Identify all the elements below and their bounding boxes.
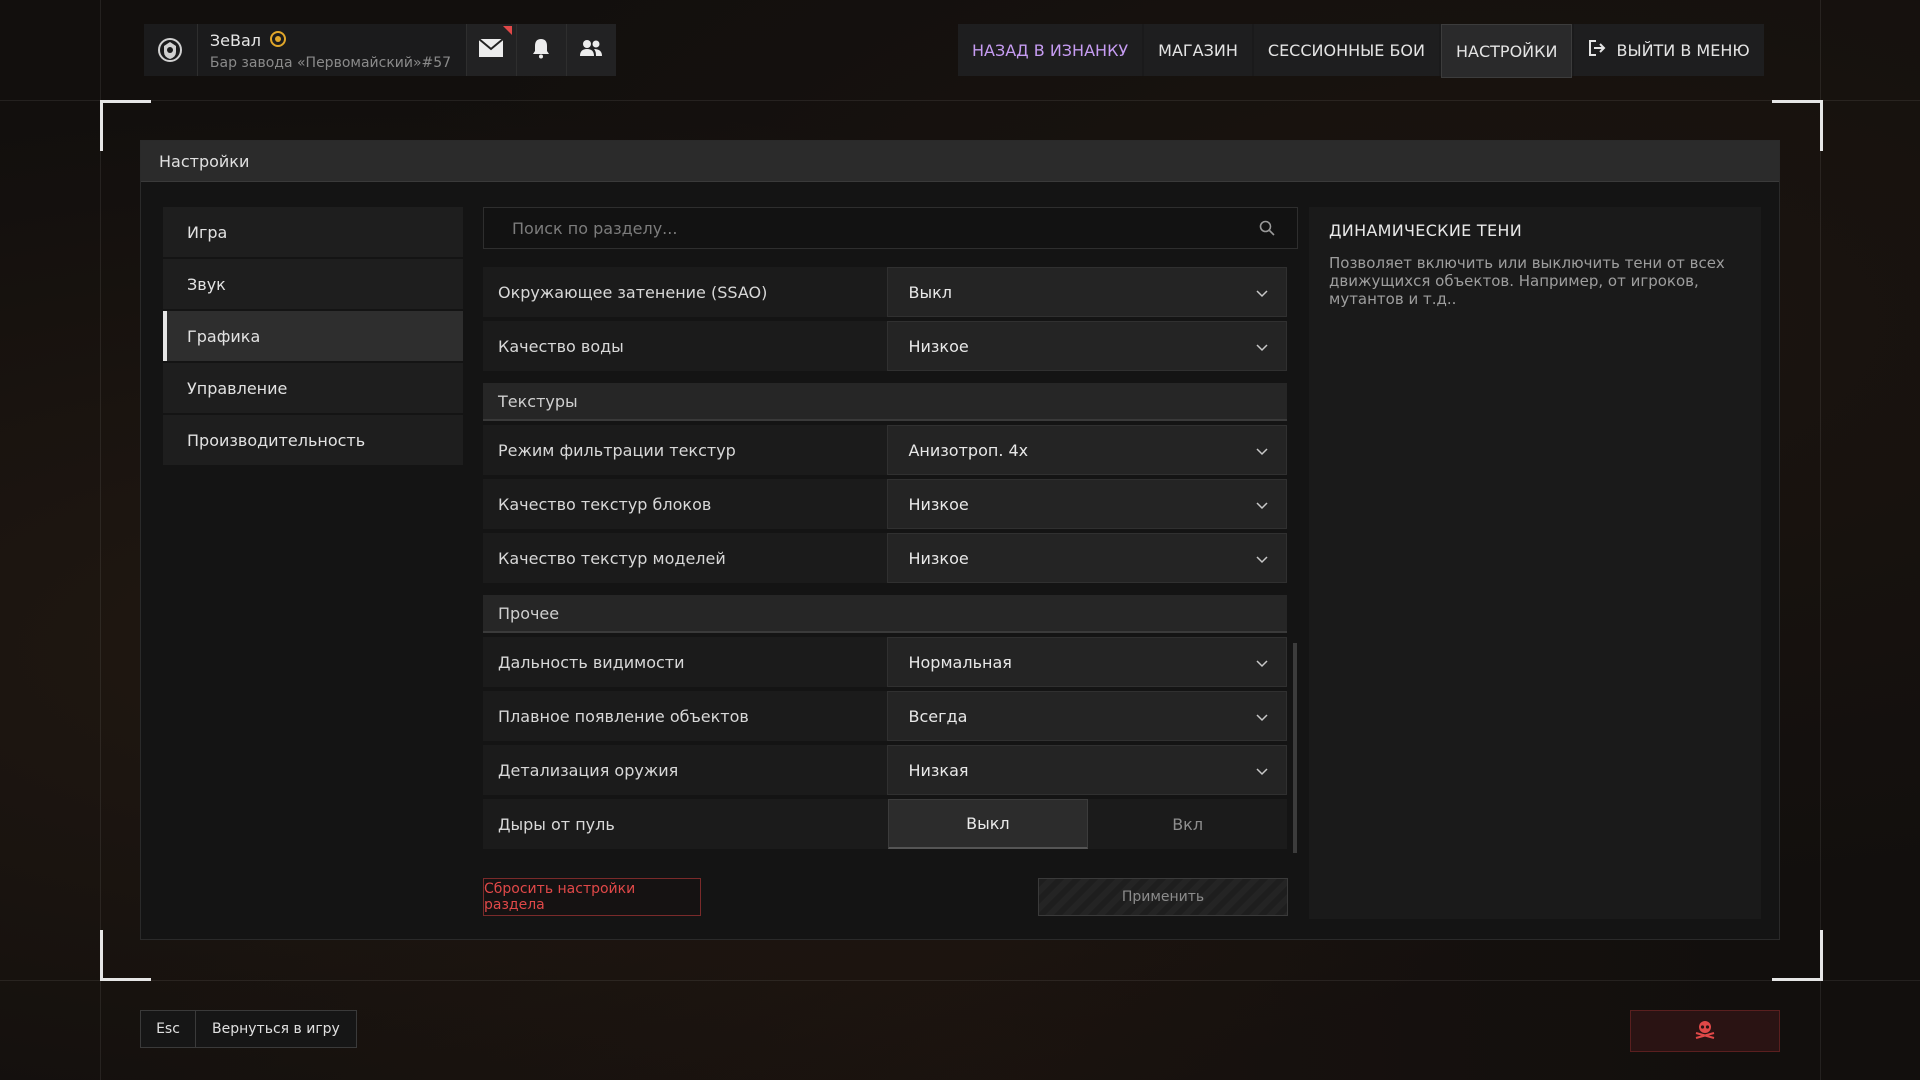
frame-line bbox=[1820, 0, 1821, 1080]
logout-icon bbox=[1588, 39, 1606, 61]
settings-list: Окружающее затенение (SSAO) Выкл Качеств… bbox=[483, 267, 1287, 853]
select-value: Всегда bbox=[908, 706, 968, 726]
frame-line bbox=[0, 100, 1920, 101]
setting-label: Дыры от пуль bbox=[498, 814, 615, 834]
player-name: ЗеВал bbox=[209, 31, 262, 50]
toggle-option-off[interactable]: Выкл bbox=[887, 799, 1089, 849]
chevron-down-icon bbox=[1256, 653, 1268, 672]
chevron-down-icon bbox=[1256, 441, 1268, 460]
description-title: ДИНАМИЧЕСКИЕ ТЕНИ bbox=[1329, 221, 1522, 240]
bell-icon bbox=[531, 37, 551, 63]
back-to-game-button[interactable]: Esc Вернуться в игру bbox=[140, 1010, 357, 1048]
weapon-detail-select[interactable]: Низкая bbox=[887, 745, 1287, 795]
nav-exit-to-menu[interactable]: ВЫЙТИ В МЕНЮ bbox=[1574, 24, 1764, 76]
section-header-other: Прочее bbox=[483, 595, 1287, 633]
description-text: Позволяет включить или выключить тени от… bbox=[1329, 254, 1725, 308]
ssao-select[interactable]: Выкл bbox=[887, 267, 1287, 317]
setting-label: Качество текстур моделей bbox=[498, 548, 726, 568]
top-navigation: НАЗАД В ИЗНАНКУ МАГАЗИН СЕССИОННЫЕ БОИ Н… bbox=[958, 24, 1764, 78]
setting-row-weapon-detail: Детализация оружия Низкая bbox=[483, 745, 1287, 795]
search-icon[interactable] bbox=[1259, 220, 1275, 240]
esc-key-hint: Esc bbox=[141, 1011, 196, 1047]
unread-indicator bbox=[502, 26, 512, 35]
setting-label: Дальность видимости bbox=[498, 652, 685, 672]
model-textures-select[interactable]: Низкое bbox=[887, 533, 1287, 583]
chevron-down-icon bbox=[1256, 283, 1268, 302]
frame-line bbox=[0, 980, 1920, 981]
search-placeholder: Поиск по разделу... bbox=[512, 218, 678, 238]
sidebar-item-graphics[interactable]: Графика bbox=[163, 311, 463, 361]
setting-label: Окружающее затенение (SSAO) bbox=[498, 282, 768, 302]
object-fade-select[interactable]: Всегда bbox=[887, 691, 1287, 741]
mail-button[interactable] bbox=[465, 24, 516, 76]
player-profile-bar: ЗеВал Бар завода «Первомайский»#57 bbox=[144, 24, 617, 76]
friends-icon bbox=[579, 38, 603, 62]
frame-line bbox=[100, 0, 101, 1080]
bullet-holes-toggle: Выкл Вкл bbox=[887, 799, 1287, 849]
setting-row-ssao: Окружающее затенение (SSAO) Выкл bbox=[483, 267, 1287, 317]
water-quality-select[interactable]: Низкое bbox=[887, 321, 1287, 371]
back-to-game-label: Вернуться в игру bbox=[212, 1021, 340, 1037]
setting-label: Качество текстур блоков bbox=[498, 494, 712, 514]
select-value: Низкая bbox=[908, 760, 969, 780]
setting-description-panel: ДИНАМИЧЕСКИЕ ТЕНИ Позволяет включить или… bbox=[1309, 207, 1761, 919]
nav-shop[interactable]: МАГАЗИН bbox=[1144, 24, 1252, 76]
panel-title: Настройки bbox=[141, 141, 1779, 182]
notifications-button[interactable] bbox=[515, 24, 566, 76]
select-value: Выкл bbox=[908, 282, 952, 302]
chevron-down-icon bbox=[1256, 337, 1268, 356]
chevron-down-icon bbox=[1256, 707, 1268, 726]
section-search-input[interactable]: Поиск по разделу... bbox=[483, 207, 1298, 249]
select-value: Низкое bbox=[908, 494, 969, 514]
reset-section-button[interactable]: Сбросить настройки раздела bbox=[483, 878, 701, 916]
setting-row-block-textures: Качество текстур блоков Низкое bbox=[483, 479, 1287, 529]
setting-row-bullet-holes: Дыры от пуль Выкл Вкл bbox=[483, 799, 1287, 849]
skull-icon bbox=[1694, 1019, 1716, 1043]
apply-button[interactable]: Применить bbox=[1038, 878, 1288, 916]
setting-label: Детализация оружия bbox=[498, 760, 679, 780]
select-value: Нормальная bbox=[908, 652, 1012, 672]
block-textures-select[interactable]: Низкое bbox=[887, 479, 1287, 529]
settings-sidebar: Игра Звук Графика Управление Производите… bbox=[163, 207, 463, 467]
setting-row-water-quality: Качество воды Низкое bbox=[483, 321, 1287, 371]
setting-label: Качество воды bbox=[498, 336, 624, 356]
mail-icon bbox=[478, 38, 504, 62]
player-location: Бар завода «Первомайский»#57 bbox=[209, 54, 452, 71]
setting-row-view-distance: Дальность видимости Нормальная bbox=[483, 637, 1287, 687]
setting-row-texture-filtering: Режим фильтрации текстур Анизотроп. 4x bbox=[483, 425, 1287, 475]
nav-back-to-underside[interactable]: НАЗАД В ИЗНАНКУ bbox=[958, 24, 1143, 76]
shield-logo-icon[interactable] bbox=[144, 24, 198, 76]
sidebar-item-controls[interactable]: Управление bbox=[163, 363, 463, 413]
sidebar-item-game[interactable]: Игра bbox=[163, 207, 463, 257]
toggle-option-on[interactable]: Вкл bbox=[1088, 799, 1287, 849]
setting-row-object-fade: Плавное появление объектов Всегда bbox=[483, 691, 1287, 741]
sidebar-item-performance[interactable]: Производительность bbox=[163, 415, 463, 465]
select-value: Низкое bbox=[908, 336, 969, 356]
settings-panel: Настройки Игра Звук Графика Управление П… bbox=[140, 140, 1780, 940]
view-distance-select[interactable]: Нормальная bbox=[887, 637, 1287, 687]
nav-session-battles[interactable]: СЕССИОННЫЕ БОИ bbox=[1253, 24, 1439, 76]
section-header-textures: Текстуры bbox=[483, 383, 1287, 421]
select-value: Анизотроп. 4x bbox=[908, 440, 1029, 460]
chevron-down-icon bbox=[1256, 549, 1268, 568]
sidebar-item-sound[interactable]: Звук bbox=[163, 259, 463, 309]
select-value: Низкое bbox=[908, 548, 969, 568]
friends-button[interactable] bbox=[565, 24, 617, 76]
setting-row-model-textures: Качество текстур моделей Низкое bbox=[483, 533, 1287, 583]
texture-filtering-select[interactable]: Анизотроп. 4x bbox=[887, 425, 1287, 475]
rank-badge-icon bbox=[269, 30, 287, 52]
chevron-down-icon bbox=[1256, 495, 1268, 514]
setting-label: Плавное появление объектов bbox=[498, 706, 749, 726]
nav-settings[interactable]: НАСТРОЙКИ bbox=[1441, 24, 1573, 78]
chevron-down-icon bbox=[1256, 761, 1268, 780]
nav-exit-label: ВЫЙТИ В МЕНЮ bbox=[1616, 40, 1750, 60]
setting-label: Режим фильтрации текстур bbox=[498, 440, 736, 460]
settings-scrollbar[interactable] bbox=[1293, 643, 1297, 853]
skull-button[interactable] bbox=[1630, 1010, 1780, 1052]
